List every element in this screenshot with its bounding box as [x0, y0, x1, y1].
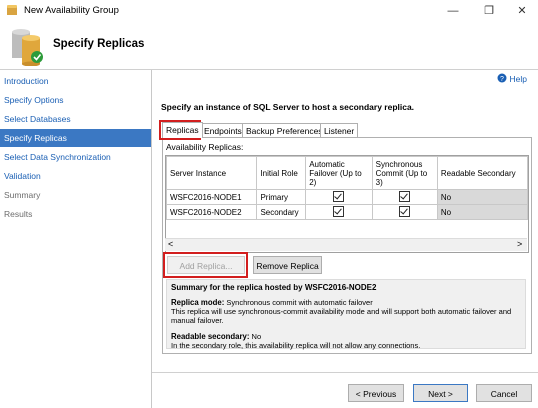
nav-item-select-data-synchronization[interactable]: Select Data Synchronization	[0, 148, 151, 166]
replica-summary-panel: Summary for the replica hosted by WSFC20…	[166, 279, 526, 350]
column-header: Initial Role	[256, 156, 307, 190]
automatic-failover-checkbox[interactable]	[333, 205, 345, 217]
minimize-button[interactable]: —	[436, 0, 470, 22]
replicas-table: Server Instance Initial Role Automatic F…	[166, 156, 528, 220]
close-button[interactable]: ✕	[505, 0, 538, 22]
tab-replicas[interactable]: Replicas	[162, 122, 203, 138]
help-icon: ?	[497, 73, 507, 83]
help-label: Help	[509, 74, 527, 84]
next-button[interactable]: Next >	[413, 384, 468, 402]
nav-item-introduction[interactable]: Introduction	[0, 72, 151, 90]
table-row[interactable]: WSFC2016-NODE2 Secondary No	[166, 204, 528, 220]
server-instance-cell: WSFC2016-NODE1	[166, 189, 258, 205]
scroll-left-icon[interactable]: <	[168, 239, 173, 249]
horizontal-scrollbar[interactable]: < >	[165, 238, 527, 251]
initial-role-cell: Secondary	[256, 204, 307, 220]
readable-secondary-description: In the secondary role, this availability…	[171, 341, 421, 350]
readable-secondary-dropdown[interactable]: No	[436, 189, 528, 205]
column-header: Readable Secondary	[436, 156, 528, 190]
tab-endpoints[interactable]: Endpoints	[200, 123, 246, 137]
remove-replica-button[interactable]: Remove Replica	[253, 256, 322, 274]
summary-heading: Summary for the replica hosted by WSFC20…	[171, 283, 377, 292]
title-bar: New Availability Group — ❐ ✕	[0, 0, 538, 23]
initial-role-cell: Primary	[256, 189, 307, 205]
readable-secondary-value: No	[251, 332, 262, 341]
tab-backup-preferences[interactable]: Backup Preferences	[242, 123, 327, 137]
nav-item-summary: Summary	[4, 190, 41, 200]
automatic-failover-cell	[305, 189, 373, 205]
previous-button[interactable]: < Previous	[348, 384, 404, 402]
readable-secondary-label: Readable secondary:	[171, 332, 250, 341]
page-header: Specify Replicas	[0, 22, 538, 70]
page-title: Specify Replicas	[53, 38, 145, 50]
synchronous-commit-cell	[371, 189, 438, 205]
synchronous-commit-checkbox[interactable]	[399, 205, 411, 217]
nav-item-results: Results	[4, 209, 33, 219]
replica-mode-label: Replica mode:	[171, 298, 225, 307]
automatic-failover-checkbox[interactable]	[333, 190, 345, 202]
wizard-navigation: Introduction Specify Options Select Data…	[0, 70, 152, 408]
column-header: Automatic Failover (Up to 2)	[305, 156, 373, 190]
app-icon	[7, 5, 17, 15]
scroll-right-icon[interactable]: >	[517, 239, 522, 249]
replica-mode-description: This replica will use synchronous-commit…	[171, 307, 512, 325]
availability-replicas-label: Availability Replicas:	[166, 142, 244, 152]
nav-item-validation[interactable]: Validation	[0, 167, 151, 185]
table-header-row: Server Instance Initial Role Automatic F…	[166, 156, 528, 190]
server-instance-cell: WSFC2016-NODE2	[166, 204, 258, 220]
column-header: Synchronous Commit (Up to 3)	[371, 156, 438, 190]
column-header: Server Instance	[166, 156, 258, 190]
synchronous-commit-checkbox[interactable]	[399, 190, 411, 202]
database-wizard-icon	[12, 29, 43, 66]
synchronous-commit-cell	[371, 204, 438, 220]
table-row[interactable]: WSFC2016-NODE1 Primary No	[166, 189, 528, 205]
tab-listener[interactable]: Listener	[320, 123, 359, 137]
readable-secondary-dropdown[interactable]: No	[436, 204, 528, 220]
replica-mode-value: Synchronous commit with automatic failov…	[226, 298, 373, 307]
nav-item-select-databases[interactable]: Select Databases	[0, 110, 151, 128]
cancel-button[interactable]: Cancel	[476, 384, 532, 402]
maximize-button[interactable]: ❐	[472, 0, 506, 22]
divider	[152, 372, 538, 373]
add-replica-button[interactable]: Add Replica...	[167, 256, 245, 274]
svg-text:?: ?	[500, 76, 504, 83]
automatic-failover-cell	[305, 204, 373, 220]
help-link[interactable]: ? Help	[497, 73, 527, 84]
instruction-text: Specify an instance of SQL Server to hos…	[161, 102, 415, 112]
window-title: New Availability Group	[24, 5, 119, 16]
nav-item-specify-replicas[interactable]: Specify Replicas	[0, 129, 151, 147]
nav-item-specify-options[interactable]: Specify Options	[0, 91, 151, 109]
